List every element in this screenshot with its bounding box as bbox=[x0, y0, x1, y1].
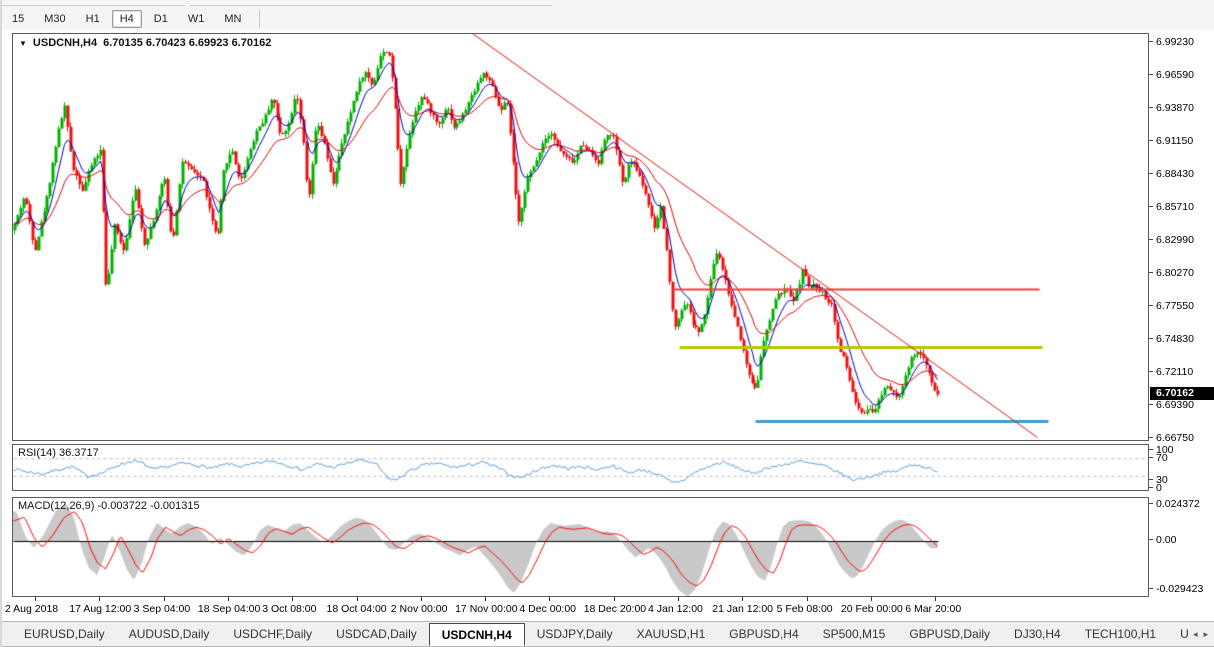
chart-tab-tech100-h1[interactable]: TECH100,H1 bbox=[1073, 622, 1168, 646]
macd-axis-label: -0.029423 bbox=[1156, 582, 1204, 595]
rsi-label: RSI(14) 36.3717 bbox=[18, 447, 99, 459]
macd-axis: 0.024372 0.00 -0.029423 bbox=[1149, 0, 1214, 597]
toolbar-separator bbox=[259, 9, 261, 28]
mt4-window: 15 M30 H1 H4 D1 W1 MN ▼ USDCNH,H4 6.70135 6.70… bbox=[0, 0, 1214, 647]
chart-symbol-label: USDCNH,H4 bbox=[32, 37, 98, 49]
chart-tab-xauusd-h1[interactable]: XAUUSD,H1 bbox=[625, 622, 718, 646]
date-axis-label: 21 Jan 12:00 bbox=[712, 603, 774, 615]
date-axis-label: 20 Feb 00:00 bbox=[840, 603, 903, 615]
date-axis-label: 6 Mar 20:00 bbox=[905, 603, 962, 615]
date-axis-label: 3 Oct 08:00 bbox=[262, 603, 317, 615]
date-axis-label: 4 Dec 00:00 bbox=[519, 603, 577, 615]
price-chart-canvas[interactable] bbox=[13, 34, 1148, 440]
main-chart-panel: ▼ USDCNH,H4 6.70135 6.70423 6.69923 6.70… bbox=[12, 33, 1149, 441]
timeframe-button-mn[interactable]: MN bbox=[216, 10, 249, 28]
date-tick bbox=[35, 597, 36, 601]
timeframe-button-15[interactable]: 15 bbox=[4, 10, 32, 28]
date-tick bbox=[613, 597, 615, 601]
timeframe-button-m30[interactable]: M30 bbox=[36, 10, 73, 28]
tab-scroll-arrows: ◂ ▸ bbox=[1188, 622, 1212, 646]
chart-tab-eurusd-daily[interactable]: EURUSD,Daily bbox=[12, 622, 117, 646]
chart-tab-gbpusd-daily[interactable]: GBPUSD,Daily bbox=[897, 622, 1002, 646]
macd-tick bbox=[1149, 539, 1153, 540]
macd-tick bbox=[1149, 588, 1153, 589]
date-tick bbox=[935, 597, 937, 601]
date-tick bbox=[678, 597, 679, 601]
chart-tab-dj30-h4[interactable]: DJ30,H4 bbox=[1002, 622, 1073, 646]
date-tick bbox=[742, 597, 744, 601]
macd-panel: MACD(12,26,9) -0.003722 -0.001315 bbox=[12, 497, 1149, 597]
tab-scroll-left-icon[interactable]: ◂ bbox=[1193, 629, 1198, 640]
date-axis-label: 18 Oct 04:00 bbox=[326, 603, 387, 615]
chart-tab-usdcad-daily[interactable]: USDCAD,Daily bbox=[324, 622, 429, 646]
date-tick bbox=[227, 597, 229, 601]
chart-tab-sp500-m15[interactable]: SP500,M15 bbox=[811, 622, 898, 646]
timeframe-button-d1[interactable]: D1 bbox=[146, 10, 176, 28]
chart-ohlc-values: 6.70135 6.70423 6.69923 6.70162 bbox=[103, 37, 272, 49]
date-axis-label: 17 Aug 12:00 bbox=[69, 603, 132, 615]
chart-tab-gbpusd-h4[interactable]: GBPUSD,H4 bbox=[717, 622, 810, 646]
date-tick bbox=[806, 597, 808, 601]
macd-axis-label: 0.024372 bbox=[1156, 497, 1200, 510]
date-axis-label: 18 Sep 04:00 bbox=[197, 603, 261, 615]
rsi-panel: RSI(14) 36.3717 bbox=[12, 444, 1149, 491]
macd-tick bbox=[1149, 503, 1153, 504]
date-axis-label: 2 Nov 00:00 bbox=[390, 603, 448, 615]
chart-tab-usdcnh-h4[interactable]: USDCNH,H4 bbox=[428, 623, 525, 646]
date-axis-label: 3 Sep 04:00 bbox=[133, 603, 191, 615]
top-toolbar-cutoff bbox=[2, 0, 1214, 7]
timeframe-button-h4[interactable]: H4 bbox=[111, 9, 142, 28]
date-tick bbox=[356, 597, 358, 601]
timeframe-toolbar: 15 M30 H1 H4 D1 W1 MN bbox=[2, 7, 1214, 30]
date-tick bbox=[292, 597, 294, 601]
date-tick bbox=[870, 597, 872, 601]
date-axis: 2 Aug 2018 17 Aug 12:00 3 Sep 04:00 18 Sep … bbox=[2, 597, 1214, 617]
chart-tab-bar: EURUSD,Daily AUDUSD,Daily USDCHF,Daily USDC… bbox=[2, 621, 1214, 647]
date-tick bbox=[549, 597, 551, 601]
date-axis-label: 5 Feb 08:00 bbox=[776, 603, 833, 615]
date-tick bbox=[485, 597, 487, 601]
date-axis-label: 2 Aug 2018 bbox=[5, 603, 59, 615]
chart-tab-usdjpy-daily[interactable]: USDJPY,Daily bbox=[525, 622, 625, 646]
date-tick bbox=[163, 597, 165, 601]
macd-canvas[interactable] bbox=[13, 498, 1148, 596]
date-axis-label: 17 Nov 00:00 bbox=[455, 603, 518, 615]
rsi-canvas[interactable] bbox=[13, 445, 1148, 490]
macd-label: MACD(12,26,9) -0.003722 -0.001315 bbox=[18, 500, 200, 512]
timeframe-button-h1[interactable]: H1 bbox=[78, 10, 108, 28]
chart-tab-audusd-daily[interactable]: AUDUSD,Daily bbox=[117, 622, 222, 646]
date-axis-label: 18 Dec 20:00 bbox=[583, 603, 647, 615]
date-tick bbox=[99, 597, 101, 601]
chart-dropdown-icon[interactable]: ▼ bbox=[19, 39, 27, 48]
current-price-tag: 6.70162 bbox=[1150, 387, 1214, 400]
date-axis-label: 4 Jan 12:00 bbox=[648, 603, 703, 615]
timeframe-button-w1[interactable]: W1 bbox=[180, 10, 213, 28]
chart-title: ▼ USDCNH,H4 6.70135 6.70423 6.69923 6.70… bbox=[19, 37, 271, 49]
tab-scroll-right-icon[interactable]: ▸ bbox=[1203, 629, 1208, 640]
chart-tab-usdchf-daily[interactable]: USDCHF,Daily bbox=[221, 622, 324, 646]
macd-axis-label: 0.00 bbox=[1156, 533, 1177, 546]
date-tick bbox=[420, 597, 422, 601]
